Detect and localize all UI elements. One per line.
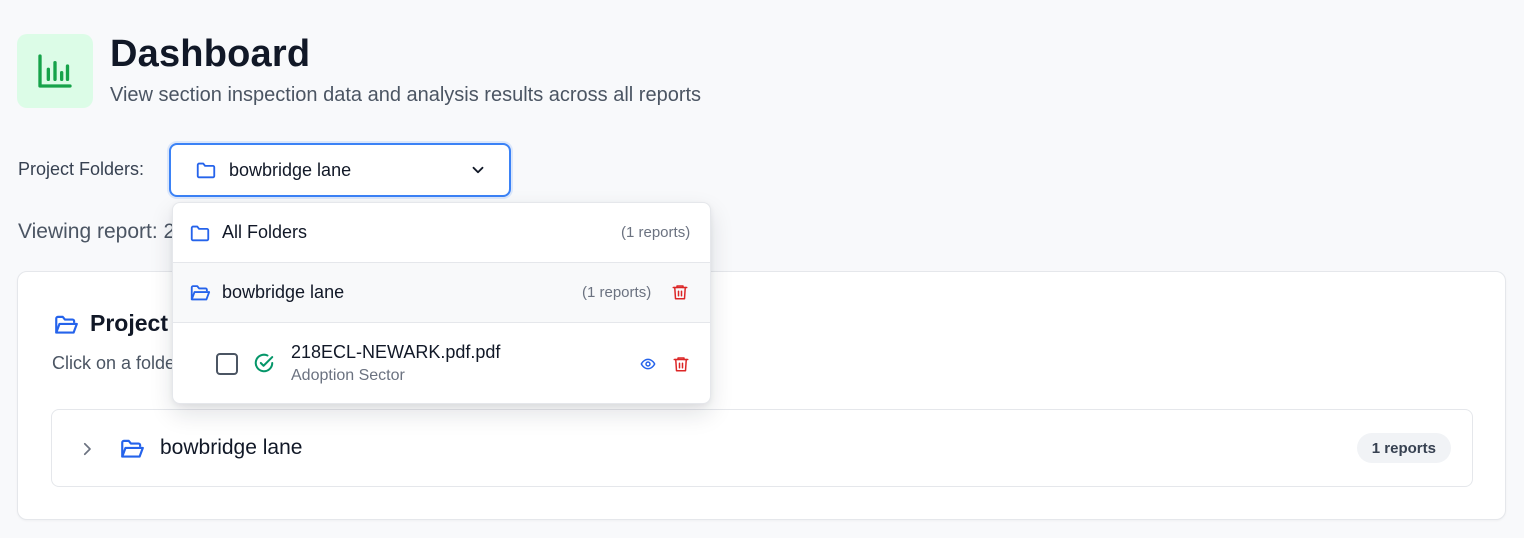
report-count-badge: 1 reports	[1356, 433, 1451, 463]
dashboard-badge	[17, 34, 93, 108]
card-description: Click on a folde	[52, 353, 176, 373]
trash-icon[interactable]	[671, 283, 689, 301]
dropdown-item-label: bowbridge lane	[222, 282, 345, 302]
folder-open-icon	[190, 285, 211, 301]
file-name: 218ECL-NEWARK.pdf.pdf	[291, 342, 501, 362]
file-sector: Adoption Sector	[291, 367, 405, 384]
folder-dropdown-menu: All Folders (1 reports) bowbridge lane (…	[172, 202, 711, 404]
dropdown-item-label: All Folders	[222, 222, 308, 242]
dropdown-item-count: (1 reports)	[621, 224, 691, 241]
chevron-right-icon[interactable]	[78, 439, 96, 459]
trash-icon[interactable]	[672, 355, 690, 373]
bar-chart-icon	[38, 54, 72, 88]
folder-icon	[196, 162, 216, 179]
dropdown-file-item[interactable]: 218ECL-NEWARK.pdf.pdf Adoption Sector	[173, 323, 710, 403]
project-folder-select[interactable]: bowbridge lane	[169, 143, 511, 197]
page-subtitle: View section inspection data and analysi…	[110, 84, 702, 106]
dropdown-item-bowbridge-lane[interactable]: bowbridge lane (1 reports)	[173, 263, 710, 323]
project-folders-label: Project Folders:	[18, 159, 145, 179]
dropdown-item-count: (1 reports)	[582, 284, 652, 301]
folder-open-icon	[121, 439, 144, 458]
folder-open-icon	[55, 315, 78, 334]
dropdown-item-all-folders[interactable]: All Folders (1 reports)	[173, 203, 710, 263]
check-circle-icon	[254, 353, 274, 373]
dashboard-page: Dashboard View section inspection data a…	[0, 0, 1524, 538]
folder-row-bowbridge-lane[interactable]: bowbridge lane 1 reports	[51, 409, 1473, 487]
viewing-report-text: Viewing report: 2	[18, 220, 176, 243]
folder-icon	[190, 225, 210, 242]
folder-row-name: bowbridge lane	[160, 436, 303, 459]
eye-icon[interactable]	[639, 356, 657, 372]
chevron-down-icon	[472, 166, 484, 174]
card-title: Project	[90, 310, 168, 336]
selected-folder-text: bowbridge lane	[229, 159, 352, 180]
page-title: Dashboard	[110, 33, 311, 75]
file-checkbox[interactable]	[216, 353, 238, 375]
